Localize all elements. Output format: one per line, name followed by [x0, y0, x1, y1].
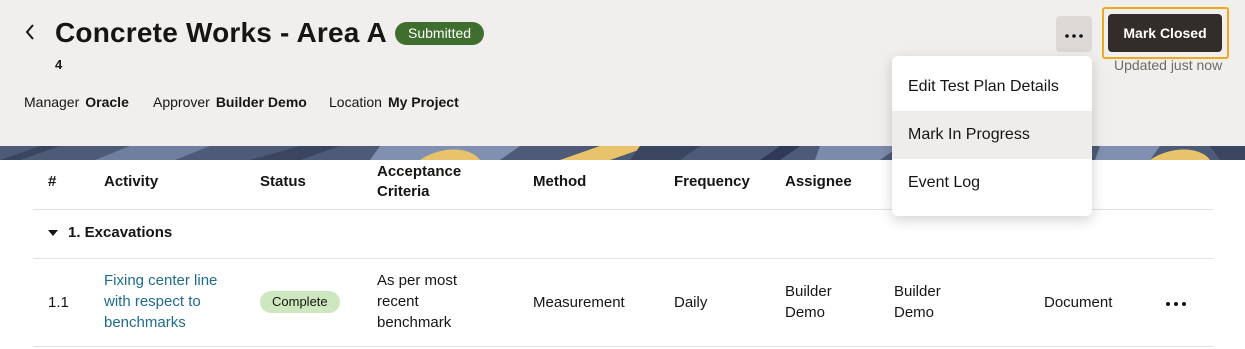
assignee-line: Builder: [785, 283, 832, 300]
column-header-method: Method: [533, 173, 587, 190]
activity-line: Fixing center line: [104, 272, 218, 289]
page-title: Concrete Works - Area A: [55, 17, 387, 48]
mark-closed-button[interactable]: Mark Closed: [1108, 14, 1222, 52]
status-chip: Complete: [260, 291, 340, 313]
criteria-line: As per most: [377, 272, 458, 289]
caret-down-icon: [48, 229, 58, 236]
assignee-line: Demo: [785, 304, 826, 321]
assignee-cell: Builder Demo: [785, 281, 832, 323]
manager-field: Manager Oracle: [24, 94, 129, 110]
location-field: Location My Project: [329, 94, 459, 110]
record-number: 4: [55, 57, 63, 72]
criteria-line: recent: [377, 293, 419, 310]
column-header-status: Status: [260, 173, 306, 190]
activity-link[interactable]: Fixing center line with respect to bench…: [104, 270, 217, 333]
criteria-line: benchmark: [377, 314, 452, 331]
row-actions-button[interactable]: [1160, 292, 1192, 312]
evidence-cell: Document: [1044, 294, 1113, 311]
menu-item-edit-test-plan-details[interactable]: Edit Test Plan Details: [892, 63, 1092, 111]
column-header-acceptance-criteria: Acceptance Criteria: [377, 163, 462, 200]
location-value: My Project: [387, 94, 459, 110]
ellipsis-icon: [1065, 25, 1083, 43]
ellipsis-icon: [1166, 293, 1186, 311]
column-header-activity: Activity: [104, 173, 159, 190]
group-label: 1. Excavations: [68, 224, 173, 241]
back-button[interactable]: [18, 22, 42, 46]
more-actions-button[interactable]: [1056, 16, 1092, 52]
approver-value: Builder Demo: [215, 94, 307, 110]
approver-label: Approver: [153, 94, 210, 110]
acceptance-criteria-cell: As per most recent benchmark: [377, 270, 457, 333]
menu-item-event-log[interactable]: Event Log: [892, 159, 1092, 207]
chevron-left-icon: [24, 23, 36, 46]
group-row-excavations[interactable]: 1. Excavations: [48, 224, 172, 241]
menu-item-mark-in-progress[interactable]: Mark In Progress: [892, 111, 1092, 159]
row-number: 1.1: [48, 294, 69, 311]
method-cell: Measurement: [533, 294, 625, 311]
activity-line: benchmarks: [104, 314, 186, 331]
updated-status: Updated just now: [1114, 57, 1223, 73]
group-divider: [33, 258, 1213, 259]
location-label: Location: [329, 94, 382, 110]
manager-label: Manager: [24, 94, 80, 110]
column-header-assignee: Assignee: [785, 173, 852, 190]
column-header-number: #: [48, 173, 57, 190]
activity-line: with respect to: [104, 293, 201, 310]
reviewer-cell: Builder Demo: [894, 281, 941, 323]
column-header-frequency: Frequency: [674, 173, 750, 190]
row-divider: [33, 346, 1213, 347]
frequency-cell: Daily: [674, 294, 708, 311]
approver-field: Approver Builder Demo: [153, 94, 307, 110]
more-actions-menu: Edit Test Plan Details Mark In Progress …: [892, 56, 1092, 216]
manager-value: Oracle: [85, 94, 129, 110]
status-badge: Submitted: [395, 22, 485, 45]
reviewer-line: Builder: [894, 283, 941, 300]
reviewer-line: Demo: [894, 304, 935, 321]
